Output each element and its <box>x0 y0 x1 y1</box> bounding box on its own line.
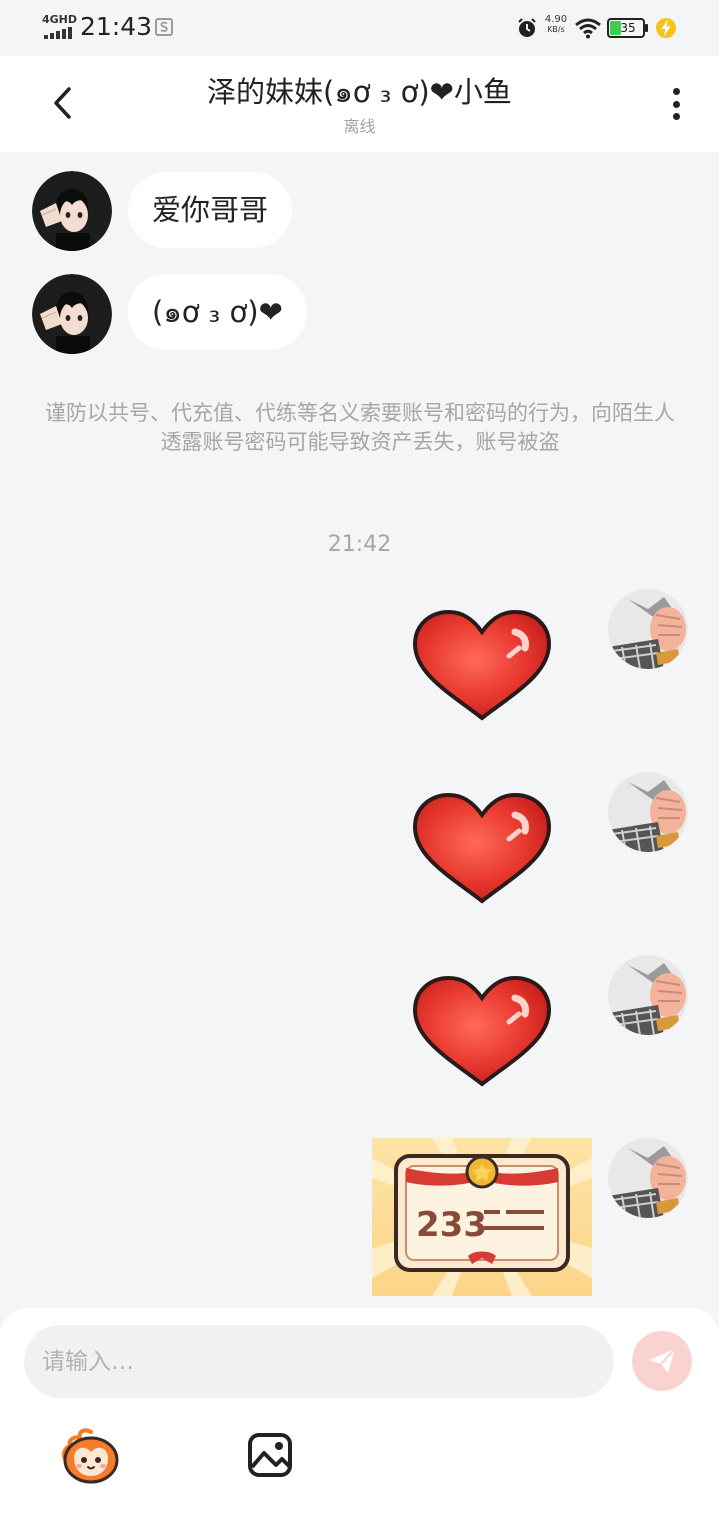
speed-value: 4.90 <box>544 14 568 25</box>
more-button[interactable] <box>660 82 692 126</box>
network-type: 4GHD <box>42 13 78 26</box>
message-bubble[interactable]: 爱你哥哥 <box>128 172 293 248</box>
my-avatar[interactable] <box>608 1138 688 1218</box>
contact-avatar-image <box>32 171 112 251</box>
emoji-mascot-icon[interactable] <box>60 1426 122 1488</box>
heart-sticker[interactable] <box>411 974 553 1090</box>
charging-icon <box>656 18 676 38</box>
contact-avatar[interactable] <box>32 274 112 354</box>
contact-avatar-image <box>32 274 112 354</box>
clock: 21:43 <box>80 12 153 41</box>
my-avatar-image <box>608 1138 688 1218</box>
send-icon <box>649 1348 676 1373</box>
my-avatar-image <box>608 955 688 1035</box>
back-arrow-icon <box>54 87 71 119</box>
more-vertical-icon <box>672 88 680 95</box>
status-bar: 4GHD 21:43 4.90 KB/s 35 <box>0 0 719 56</box>
my-avatar[interactable] <box>608 955 688 1035</box>
certificate-sticker[interactable]: 233 <box>372 1138 592 1296</box>
online-status: 离线 <box>343 117 376 136</box>
message-bubble[interactable]: (๑ơ ₃ ơ)❤ <box>128 274 307 350</box>
signal-icon <box>44 27 72 39</box>
certificate-text: 233 <box>416 1205 487 1245</box>
network-speed: 4.90 KB/s <box>541 14 571 35</box>
heart-sticker[interactable] <box>411 608 553 724</box>
message-list[interactable]: 爱你哥哥 (๑ơ ₃ ơ)❤ 谨防以共号、代充值、代练等名义索要账号和密码的行为… <box>0 152 719 1308</box>
input-panel <box>0 1308 719 1515</box>
my-avatar-image <box>608 772 688 852</box>
back-button[interactable] <box>40 78 84 128</box>
image-icon[interactable] <box>246 1431 294 1479</box>
message-timestamp: 21:42 <box>327 532 392 557</box>
my-avatar[interactable] <box>608 589 688 669</box>
heart-sticker[interactable] <box>411 791 553 907</box>
my-avatar[interactable] <box>608 772 688 852</box>
alarm-icon <box>518 18 536 37</box>
speed-unit: KB/s <box>547 25 565 34</box>
security-notice: 谨防以共号、代充值、代练等名义索要账号和密码的行为，向陌生人透露账号密码可能导致… <box>45 401 675 454</box>
chat-title: 泽的妹妹(๑ơ ₃ ơ)❤小鱼 <box>207 75 512 109</box>
chat-header: 泽的妹妹(๑ơ ₃ ơ)❤小鱼 离线 <box>0 56 719 152</box>
s-app-icon <box>155 18 173 36</box>
message-input[interactable] <box>24 1325 614 1398</box>
wifi-icon <box>575 18 601 39</box>
battery-level: 35 <box>620 21 636 35</box>
send-button[interactable] <box>632 1331 692 1391</box>
contact-avatar[interactable] <box>32 171 112 251</box>
my-avatar-image <box>608 589 688 669</box>
